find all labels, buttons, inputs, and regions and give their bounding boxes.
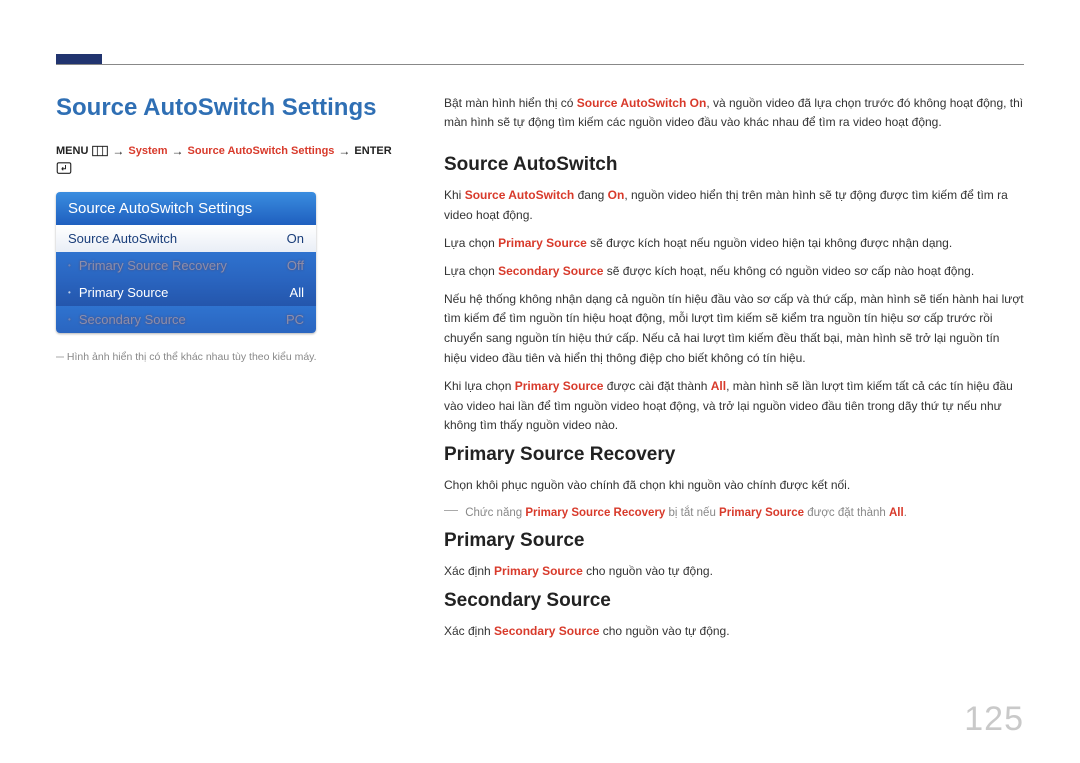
body-text: Khi lựa chọn Primary Source được cài đặt… (444, 377, 1024, 436)
body-text: Xác định Primary Source cho nguồn vào tự… (444, 562, 1024, 582)
arrow-icon: → (112, 144, 124, 158)
header-accent-block (56, 54, 102, 64)
osd-row-label: •Primary Source Recovery (68, 258, 227, 273)
osd-row-label: Source AutoSwitch (68, 231, 177, 246)
arrow-icon: → (172, 144, 184, 158)
page-number: 125 (964, 700, 1024, 739)
osd-row-primary-source[interactable]: •Primary Source All (56, 279, 316, 306)
section-title-primary-source-recovery: Primary Source Recovery (444, 444, 1024, 466)
osd-row-label: •Secondary Source (68, 312, 186, 327)
page-title: Source AutoSwitch Settings (56, 94, 396, 122)
osd-row-secondary-source[interactable]: •Secondary Source PC (56, 306, 316, 333)
page-content: Source AutoSwitch Settings MENU → System… (56, 94, 1024, 723)
osd-row-source-autoswitch[interactable]: Source AutoSwitch On (56, 225, 316, 252)
osd-row-value: All (290, 285, 304, 300)
osd-row-label: •Primary Source (68, 285, 168, 300)
section-title-secondary-source: Secondary Source (444, 590, 1024, 612)
header-rule (56, 64, 1024, 65)
image-caption: Hình ảnh hiển thị có thể khác nhau tùy t… (56, 351, 396, 363)
dash-icon (444, 510, 458, 511)
body-text: Xác định Secondary Source cho nguồn vào … (444, 622, 1024, 642)
breadcrumb-system: System (128, 145, 167, 157)
note-text: Chức năng Primary Source Recovery bị tắt… (444, 504, 1024, 522)
arrow-icon: → (338, 144, 350, 158)
osd-title: Source AutoSwitch Settings (56, 192, 316, 225)
body-text: Lựa chọn Secondary Source sẽ được kích h… (444, 262, 1024, 282)
enter-icon (56, 162, 72, 174)
osd-row-value: Off (287, 258, 304, 273)
body-text: Lựa chọn Primary Source sẽ được kích hoạ… (444, 234, 1024, 254)
osd-row-primary-source-recovery[interactable]: •Primary Source Recovery Off (56, 252, 316, 279)
breadcrumb-menu: MENU (56, 145, 88, 157)
osd-row-value: On (287, 231, 304, 246)
intro-paragraph: Bật màn hình hiển thị có Source AutoSwit… (444, 94, 1024, 132)
section-title-primary-source: Primary Source (444, 530, 1024, 552)
body-text: Chọn khôi phục nguồn vào chính đã chọn k… (444, 476, 1024, 496)
section-title-source-autoswitch: Source AutoSwitch (444, 154, 1024, 176)
right-column: Bật màn hình hiển thị có Source AutoSwit… (444, 94, 1024, 723)
menu-icon (92, 145, 108, 157)
breadcrumb: MENU → System → Source AutoSwitch Settin… (56, 144, 396, 174)
body-text: Nếu hệ thống không nhận dạng cả nguồn tí… (444, 290, 1024, 369)
breadcrumb-settings: Source AutoSwitch Settings (188, 145, 335, 157)
body-text: Khi Source AutoSwitch đang On, nguồn vid… (444, 186, 1024, 226)
osd-preview-panel: Source AutoSwitch Settings Source AutoSw… (56, 192, 316, 333)
osd-row-value: PC (286, 312, 304, 327)
breadcrumb-enter: ENTER (354, 145, 391, 157)
left-column: Source AutoSwitch Settings MENU → System… (56, 94, 396, 723)
